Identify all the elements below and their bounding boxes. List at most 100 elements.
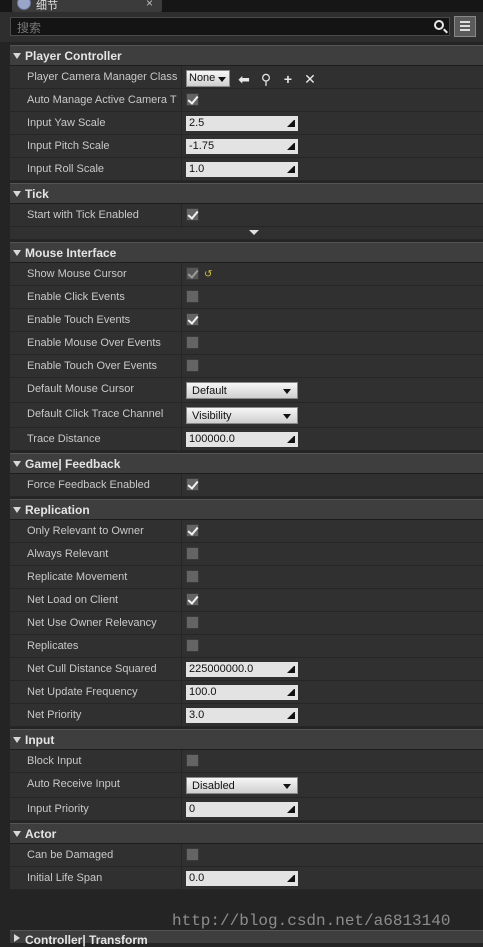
category-player-controller[interactable]: Player Controller <box>10 45 483 66</box>
block-input-checkbox[interactable] <box>186 754 199 767</box>
force-feedback-checkbox[interactable] <box>186 478 199 491</box>
field-value: 0.0 <box>189 872 205 884</box>
reset-arrow-icon[interactable]: ↺ <box>204 269 212 280</box>
row-owner-relevancy: Net Use Owner Relevancy <box>10 612 483 635</box>
chevron-down-icon <box>283 389 291 394</box>
net-load-checkbox[interactable] <box>186 593 199 606</box>
expand-arrow-icon[interactable] <box>13 461 21 467</box>
always-relevant-checkbox[interactable] <box>186 547 199 560</box>
property-label: Can be Damaged <box>27 849 114 861</box>
property-label: Net Use Owner Relevancy <box>27 617 157 629</box>
field-value: 225000000.0 <box>189 663 254 675</box>
category-title: Input <box>25 733 55 747</box>
search-icon[interactable] <box>434 20 444 30</box>
relevant-owner-checkbox[interactable] <box>186 524 199 537</box>
view-options-button[interactable] <box>454 16 476 37</box>
pitch-scale-field[interactable]: -1.75 <box>186 139 298 154</box>
owner-relevancy-checkbox[interactable] <box>186 616 199 629</box>
row-auto-manage-camera: Auto Manage Active Camera T <box>10 89 483 112</box>
category-replication[interactable]: Replication <box>10 499 483 520</box>
input-priority-field[interactable]: 0 <box>186 802 298 817</box>
chevron-down-icon <box>283 414 291 419</box>
auto-receive-dropdown[interactable]: Disabled <box>186 777 298 794</box>
touch-over-checkbox[interactable] <box>186 359 199 372</box>
net-priority-field[interactable]: 3.0 <box>186 708 298 723</box>
row-camera-manager: Player Camera Manager Class None ⬅ ⚲ + ✕ <box>10 66 483 89</box>
property-label: Default Mouse Cursor <box>27 383 134 395</box>
chevron-down-icon[interactable] <box>249 230 259 235</box>
update-frequency-field[interactable]: 100.0 <box>186 685 298 700</box>
row-input-yaw: Input Yaw Scale 2.5 <box>10 112 483 135</box>
replicates-checkbox[interactable] <box>186 639 199 652</box>
expand-arrow-icon[interactable] <box>13 191 21 197</box>
collapsed-arrow-icon[interactable] <box>14 934 20 942</box>
expand-arrow-icon[interactable] <box>13 831 21 837</box>
property-label: Enable Touch Over Events <box>27 360 158 372</box>
property-label: Force Feedback Enabled <box>27 479 150 491</box>
field-value: 3.0 <box>189 709 205 721</box>
row-update-frequency: Net Update Frequency 100.0 <box>10 681 483 704</box>
row-always-relevant: Always Relevant <box>10 543 483 566</box>
touch-events-checkbox[interactable] <box>186 313 199 326</box>
field-value: 100000.0 <box>189 433 235 445</box>
mouse-over-checkbox[interactable] <box>186 336 199 349</box>
start-tick-checkbox[interactable] <box>186 208 199 221</box>
property-label: Input Yaw Scale <box>27 117 106 129</box>
field-value: 100.0 <box>189 686 217 698</box>
yaw-scale-field[interactable]: 2.5 <box>186 116 298 131</box>
chevron-down-icon <box>283 784 291 789</box>
trace-channel-dropdown[interactable]: Visibility <box>186 407 298 424</box>
show-cursor-checkbox[interactable]: ↺ <box>186 267 212 280</box>
category-mouse-interface[interactable]: Mouse Interface <box>10 242 483 263</box>
expand-arrow-icon[interactable] <box>13 737 21 743</box>
property-label: Enable Mouse Over Events <box>27 337 161 349</box>
property-label: Net Priority <box>27 709 82 721</box>
expand-arrow-icon[interactable] <box>13 250 21 256</box>
auto-manage-checkbox[interactable] <box>186 93 199 106</box>
plus-icon[interactable]: + <box>280 71 296 87</box>
row-mouse-over: Enable Mouse Over Events <box>10 332 483 355</box>
trace-distance-field[interactable]: 100000.0 <box>186 432 298 447</box>
replicate-movement-checkbox[interactable] <box>186 570 199 583</box>
row-net-priority: Net Priority 3.0 <box>10 704 483 727</box>
search-box[interactable] <box>10 17 450 37</box>
category-controller-transform[interactable]: Controller| Transform <box>10 930 483 947</box>
camera-manager-dropdown[interactable]: None <box>186 70 230 87</box>
category-game-feedback[interactable]: Game| Feedback <box>10 453 483 474</box>
property-label: Show Mouse Cursor <box>27 268 127 280</box>
field-value: -1.75 <box>189 140 215 152</box>
clear-icon[interactable]: ✕ <box>302 71 318 87</box>
expand-arrow-icon[interactable] <box>13 53 21 59</box>
category-title: Game| Feedback <box>25 457 121 471</box>
property-label: Net Load on Client <box>27 594 119 606</box>
row-auto-receive: Auto Receive Input Disabled <box>10 773 483 798</box>
cull-distance-field[interactable]: 225000000.0 <box>186 662 298 677</box>
default-cursor-dropdown[interactable]: Default <box>186 382 298 399</box>
arrow-left-icon[interactable]: ⬅ <box>236 71 252 87</box>
row-block-input: Block Input <box>10 750 483 773</box>
row-relevant-owner: Only Relevant to Owner <box>10 520 483 543</box>
category-actor[interactable]: Actor <box>10 823 483 844</box>
row-replicate-movement: Replicate Movement <box>10 566 483 589</box>
row-input-priority: Input Priority 0 <box>10 798 483 821</box>
field-value: 1.0 <box>189 163 205 175</box>
row-touch-over: Enable Touch Over Events <box>10 355 483 378</box>
category-input[interactable]: Input <box>10 729 483 750</box>
category-title: Tick <box>25 187 49 201</box>
advanced-expand[interactable] <box>10 227 483 240</box>
expand-arrow-icon[interactable] <box>13 507 21 513</box>
roll-scale-field[interactable]: 1.0 <box>186 162 298 177</box>
row-default-cursor: Default Mouse Cursor Default <box>10 378 483 403</box>
can-be-damaged-checkbox[interactable] <box>186 848 199 861</box>
tab-details[interactable]: 细节 × <box>12 0 162 12</box>
category-tick[interactable]: Tick <box>10 183 483 204</box>
search-input[interactable] <box>15 18 419 37</box>
click-events-checkbox[interactable] <box>186 290 199 303</box>
life-span-field[interactable]: 0.0 <box>186 871 298 886</box>
property-label: Replicates <box>27 640 79 652</box>
category-title: Controller| Transform <box>25 933 148 947</box>
close-icon[interactable]: × <box>146 0 153 10</box>
property-label: Start with Tick Enabled <box>27 209 139 221</box>
property-label: Net Cull Distance Squared <box>27 663 157 675</box>
browse-icon[interactable]: ⚲ <box>258 71 274 87</box>
